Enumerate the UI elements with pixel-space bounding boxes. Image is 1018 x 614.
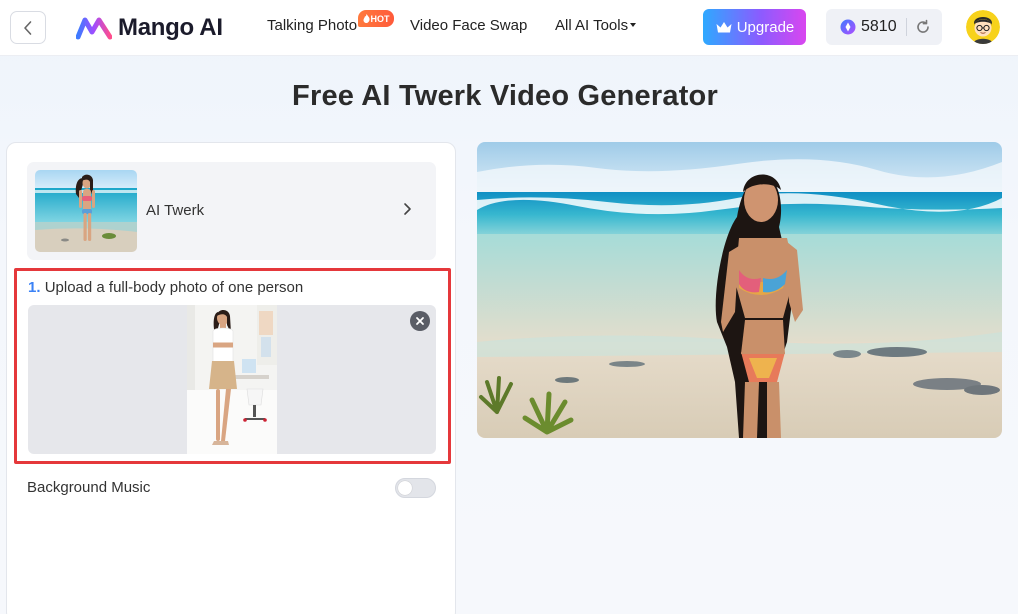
- refresh-icon[interactable]: [915, 19, 931, 35]
- nav-all-ai-tools[interactable]: All AI Tools: [555, 17, 637, 34]
- background-music-setting: Background Music: [27, 478, 437, 500]
- upload-section: 1. Upload a full-body photo of one perso…: [14, 268, 451, 464]
- crown-icon: [716, 22, 732, 33]
- nav-talking-photo[interactable]: Talking Photo: [267, 17, 357, 34]
- mango-logo-icon: [76, 17, 112, 40]
- credits-divider: [905, 18, 907, 36]
- close-icon: [416, 317, 424, 325]
- fire-icon: [363, 14, 370, 23]
- page-title: Free AI Twerk Video Generator: [292, 80, 718, 112]
- uploaded-photo: [187, 305, 277, 454]
- template-selector[interactable]: AI Twerk: [27, 162, 436, 260]
- toggle-knob: [398, 481, 412, 495]
- mango-ai-logo[interactable]: Mango AI: [76, 12, 223, 44]
- upload-label-text: Upload a full-body photo of one person: [44, 279, 304, 296]
- upload-step-number: 1.: [28, 279, 41, 296]
- hot-badge-text: HOT: [370, 13, 390, 24]
- upgrade-label: Upgrade: [736, 18, 795, 36]
- upload-label: 1. Upload a full-body photo of one perso…: [28, 279, 303, 296]
- upload-dropzone[interactable]: [28, 305, 436, 454]
- remove-photo-button[interactable]: [410, 311, 430, 331]
- back-button[interactable]: [10, 11, 46, 44]
- gem-icon: [840, 19, 856, 35]
- top-header: Mango AI Talking Photo HOT Video Face Sw…: [0, 0, 1018, 56]
- caret-down-icon: [630, 23, 637, 28]
- background-music-toggle[interactable]: [395, 478, 436, 498]
- user-avatar[interactable]: [966, 10, 1000, 44]
- template-label: AI Twerk: [146, 202, 205, 219]
- logo-text: Mango AI: [118, 14, 223, 41]
- credits-display: 5810: [826, 9, 942, 45]
- template-thumbnail: [35, 170, 137, 252]
- chevron-right-icon: [404, 203, 411, 215]
- preview-image: [477, 142, 1002, 438]
- background-music-label: Background Music: [27, 479, 151, 496]
- settings-panel: AI Twerk 1. Upload a full-body photo of …: [6, 142, 456, 614]
- nav-video-face-swap[interactable]: Video Face Swap: [410, 17, 527, 34]
- chevron-left-icon: [24, 20, 32, 35]
- hot-badge: HOT: [358, 10, 394, 27]
- credits-count: 5810: [861, 18, 897, 35]
- upgrade-button[interactable]: Upgrade: [703, 9, 806, 45]
- avatar-image: [966, 10, 1000, 44]
- nav-all-ai-tools-label: All AI Tools: [555, 17, 629, 34]
